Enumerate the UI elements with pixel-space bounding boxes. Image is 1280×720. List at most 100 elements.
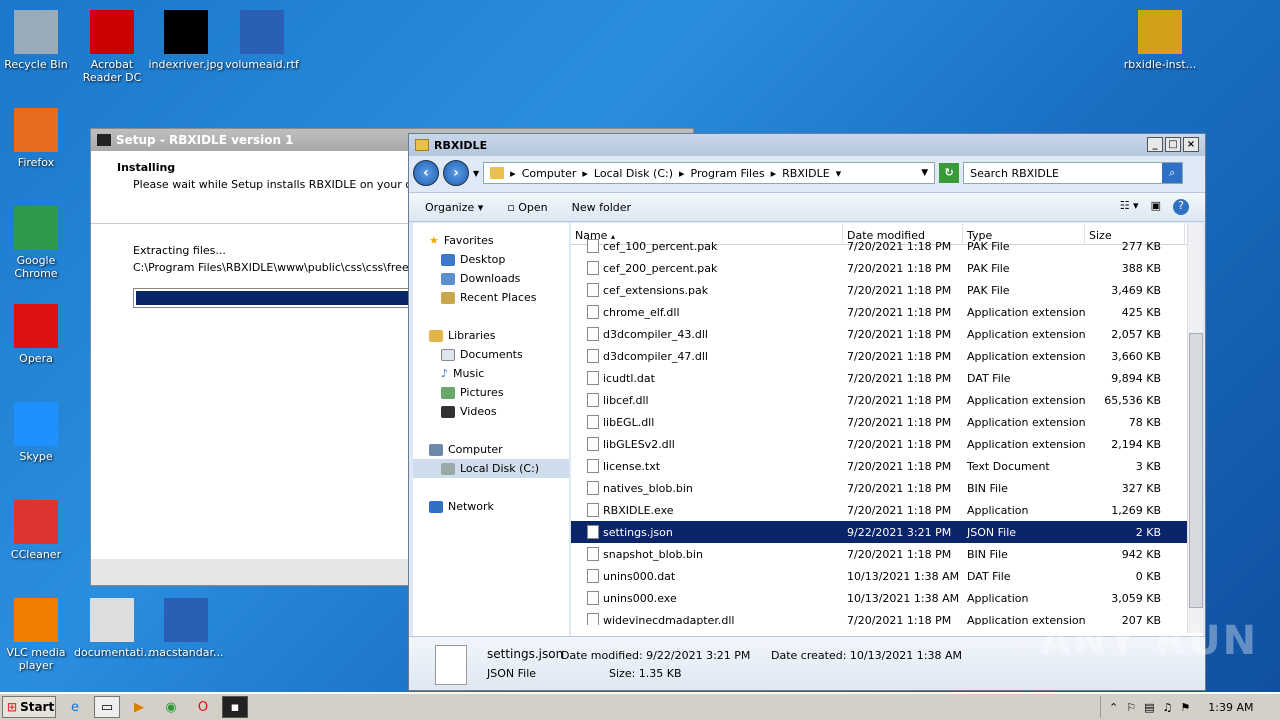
- breadcrumb-item[interactable]: Local Disk (C:): [594, 167, 673, 180]
- clock[interactable]: 1:39 AM: [1208, 701, 1253, 714]
- preview-pane-icon[interactable]: ▣: [1151, 199, 1161, 215]
- file-size: 942 KB: [1121, 547, 1161, 561]
- nav-videos[interactable]: Videos: [413, 402, 569, 421]
- file-type: Application: [967, 591, 1029, 605]
- nav-network[interactable]: Network: [413, 497, 569, 516]
- chevron-up-icon[interactable]: ⌃: [1109, 701, 1118, 714]
- nav-music[interactable]: ♪ Music: [413, 364, 569, 383]
- desktop-icon[interactable]: rbxidle-inst...: [1122, 10, 1198, 71]
- chrome-icon[interactable]: ◉: [158, 696, 184, 718]
- nav-downloads[interactable]: Downloads: [413, 269, 569, 288]
- pictures-icon: [441, 386, 455, 399]
- desktop-icon[interactable]: volumeaid.rtf: [224, 10, 300, 71]
- file-row[interactable]: libcef.dll 7/20/2021 1:18 PM Application e…: [571, 389, 1203, 411]
- disk-icon: [441, 462, 455, 475]
- desktop-icon[interactable]: Firefox: [0, 108, 74, 169]
- internet-explorer-icon[interactable]: e: [62, 696, 88, 718]
- help-icon[interactable]: ?: [1173, 199, 1189, 215]
- desktop-icon[interactable]: CCleaner: [0, 500, 74, 561]
- file-row[interactable]: cef_extensions.pak 7/20/2021 1:18 PM PAK F…: [571, 279, 1203, 301]
- breadcrumb[interactable]: ▸ Computer ▸ Local Disk (C:) ▸ Program File…: [483, 162, 936, 184]
- scrollbar-thumb[interactable]: [1189, 333, 1203, 608]
- nav-desktop[interactable]: Desktop: [413, 250, 569, 269]
- file-type: BIN File: [967, 547, 1008, 561]
- vertical-scrollbar[interactable]: [1187, 223, 1203, 633]
- explorer-titlebar[interactable]: RBXIDLE: [409, 134, 1205, 156]
- maximize-button[interactable]: □: [1165, 137, 1181, 152]
- explorer-taskbar-icon[interactable]: ▭: [94, 696, 120, 718]
- file-row[interactable]: natives_blob.bin 7/20/2021 1:18 PM BIN Fil…: [571, 477, 1203, 499]
- nav-documents[interactable]: Documents: [413, 345, 569, 364]
- file-type: DAT File: [967, 371, 1011, 385]
- desktop-icon[interactable]: Skype: [0, 402, 74, 463]
- back-button[interactable]: ‹: [413, 160, 439, 186]
- app-icon: [14, 402, 58, 446]
- file-size: 327 KB: [1121, 481, 1161, 495]
- file-row[interactable]: libGLESv2.dll 7/20/2021 1:18 PM Applicatio…: [571, 433, 1203, 455]
- file-row[interactable]: license.txt 7/20/2021 1:18 PM Text Documen…: [571, 455, 1203, 477]
- file-row[interactable]: d3dcompiler_43.dll 7/20/2021 1:18 PM Appli…: [571, 323, 1203, 345]
- file-row[interactable]: settings.json 9/22/2021 3:21 PM JSON File 2…: [571, 521, 1203, 543]
- chevron-down-icon[interactable]: ▼: [473, 169, 479, 178]
- file-row[interactable]: d3dcompiler_47.dll 7/20/2021 1:18 PM Appli…: [571, 345, 1203, 367]
- new-folder-button[interactable]: New folder: [572, 201, 631, 214]
- open-button[interactable]: ▫ Open: [507, 201, 547, 214]
- media-player-icon[interactable]: ▶: [126, 696, 152, 718]
- desktop-icon[interactable]: documentati...: [74, 598, 154, 659]
- nav-computer[interactable]: Computer: [413, 440, 569, 459]
- breadcrumb-item[interactable]: Program Files: [691, 167, 765, 180]
- file-name: natives_blob.bin: [603, 481, 693, 495]
- breadcrumb-item[interactable]: RBXIDLE: [782, 167, 830, 180]
- close-button[interactable]: ×: [1183, 137, 1199, 152]
- file-row[interactable]: libEGL.dll 7/20/2021 1:18 PM Application e…: [571, 411, 1203, 433]
- file-row[interactable]: chrome_elf.dll 7/20/2021 1:18 PM Applicati…: [571, 301, 1203, 323]
- videos-icon: [441, 405, 455, 418]
- nav-local-disk[interactable]: Local Disk (C:): [413, 459, 569, 478]
- search-icon[interactable]: ⌕: [1162, 163, 1183, 183]
- view-options-icon[interactable]: ☷ ▾: [1120, 199, 1139, 215]
- nav-pictures[interactable]: Pictures: [413, 383, 569, 402]
- desktop-icon[interactable]: Acrobat Reader DC: [74, 10, 150, 84]
- file-size: 425 KB: [1121, 305, 1161, 319]
- file-row[interactable]: RBXIDLE.exe 7/20/2021 1:18 PM Application 1…: [571, 499, 1203, 521]
- desktop-icon[interactable]: VLC media player: [0, 598, 74, 672]
- file-row[interactable]: unins000.exe 10/13/2021 1:38 AM Applicatio…: [571, 587, 1203, 609]
- file-icon: [587, 371, 599, 385]
- setup-taskbar-icon[interactable]: ▪: [222, 696, 248, 718]
- search-input[interactable]: Search RBXIDLE ⌕: [963, 162, 1184, 184]
- desktop-icon[interactable]: Opera: [0, 304, 74, 365]
- file-size: 3,059 KB: [1111, 591, 1161, 605]
- desktop-icon[interactable]: indexriver.jpg: [148, 10, 224, 71]
- desktop-icon[interactable]: Recycle Bin: [0, 10, 74, 71]
- file-type: Application extension: [967, 305, 1085, 319]
- app-icon: [90, 598, 134, 642]
- refresh-icon[interactable]: ↻: [939, 163, 960, 183]
- nav-favorites[interactable]: ★ Favorites: [413, 231, 569, 250]
- chevron-down-icon[interactable]: ▼: [921, 168, 928, 178]
- volume-icon[interactable]: ♫: [1163, 701, 1173, 714]
- file-icon: [587, 261, 599, 275]
- file-row[interactable]: icudtl.dat 7/20/2021 1:18 PM DAT File 9,894…: [571, 367, 1203, 389]
- file-row[interactable]: snapshot_blob.bin 7/20/2021 1:18 PM BIN Fi…: [571, 543, 1203, 565]
- organize-menu[interactable]: Organize ▾: [425, 201, 483, 214]
- file-row[interactable]: cef_200_percent.pak 7/20/2021 1:18 PM PAK …: [571, 257, 1203, 279]
- computer-icon: [429, 443, 443, 456]
- breadcrumb-item[interactable]: Computer: [522, 167, 577, 180]
- file-date: 7/20/2021 1:18 PM: [847, 415, 952, 429]
- opera-icon[interactable]: O: [190, 696, 216, 718]
- start-button[interactable]: ⊞ Start: [2, 696, 56, 718]
- minimize-button[interactable]: _: [1147, 137, 1163, 152]
- file-type: JSON File: [967, 525, 1017, 539]
- search-placeholder: Search RBXIDLE: [970, 166, 1059, 180]
- flag-icon[interactable]: ⚑: [1180, 701, 1190, 714]
- network-tray-icon[interactable]: ▤: [1144, 701, 1154, 714]
- file-row[interactable]: unins000.dat 10/13/2021 1:38 AM DAT File 0 …: [571, 565, 1203, 587]
- forward-button[interactable]: ›: [443, 160, 469, 186]
- desktop-icon[interactable]: macstandar...: [148, 598, 224, 659]
- details-created: 10/13/2021 1:38 AM: [849, 649, 963, 662]
- nav-libraries[interactable]: Libraries: [413, 326, 569, 345]
- nav-recent[interactable]: Recent Places: [413, 288, 569, 307]
- file-row[interactable]: cef_100_percent.pak 7/20/2021 1:18 PM PAK …: [571, 235, 1203, 257]
- desktop-icon[interactable]: Google Chrome: [0, 206, 74, 280]
- action-center-icon[interactable]: ⚐: [1126, 701, 1136, 714]
